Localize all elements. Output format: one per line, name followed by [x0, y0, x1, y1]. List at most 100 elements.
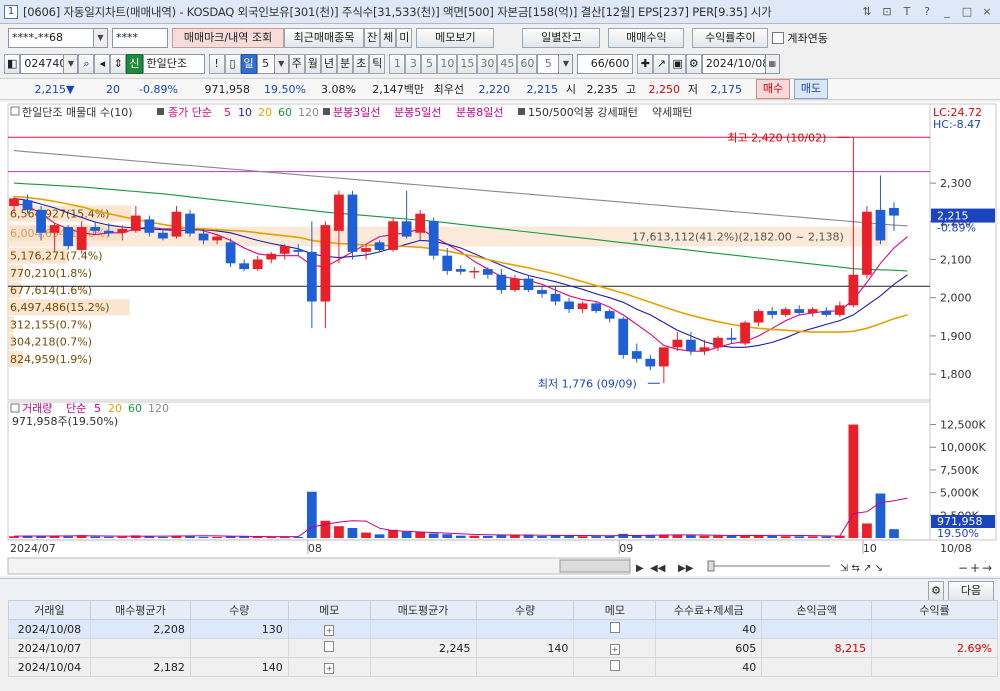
- memo-view-button[interactable]: 메모보기: [416, 28, 495, 48]
- password-field[interactable]: ****: [112, 28, 168, 48]
- period-count-field[interactable]: 5: [256, 54, 275, 74]
- save-icon[interactable]: ▣: [669, 54, 686, 74]
- period-month-button[interactable]: 월: [304, 54, 321, 74]
- scrollbar-thumb[interactable]: [559, 559, 631, 573]
- interval-10-button[interactable]: 10: [437, 54, 458, 74]
- date-field[interactable]: 2024/10/08: [701, 54, 766, 74]
- col-date[interactable]: 거래일: [8, 600, 91, 620]
- sound-icon[interactable]: ◂: [94, 54, 111, 74]
- gear-icon[interactable]: ⚙: [685, 54, 702, 74]
- zoom-plus-icon[interactable]: +: [970, 561, 980, 575]
- prev-next-icon[interactable]: ⇕: [110, 54, 127, 74]
- table-row[interactable]: 2024/10/04 2,182 140 + 40: [8, 657, 998, 677]
- col-sell-avg[interactable]: 매도평균가: [369, 600, 477, 620]
- memo-add-icon[interactable]: +: [324, 662, 335, 674]
- search-icon[interactable]: ⌕: [78, 54, 95, 74]
- buy-memo-cell[interactable]: +: [287, 657, 371, 677]
- text-icon[interactable]: T: [900, 5, 914, 19]
- col-pnl[interactable]: 손익금액: [761, 600, 873, 620]
- zoom-slider-thumb[interactable]: [707, 560, 715, 572]
- period-tick-button[interactable]: 틱: [369, 54, 386, 74]
- memo-add-icon[interactable]: +: [609, 643, 620, 655]
- interval-3-button[interactable]: 3: [405, 54, 422, 74]
- candle-body: [320, 225, 331, 302]
- minimize-icon[interactable]: _: [940, 5, 954, 19]
- recent-items-button[interactable]: 최근매매종목: [284, 28, 364, 48]
- chart-type-icon[interactable]: ▯: [224, 54, 241, 74]
- panel-gear-icon[interactable]: ⚙: [928, 580, 944, 601]
- price-tick-label: 2,100: [940, 254, 972, 267]
- interval-1-button[interactable]: 1: [389, 54, 406, 74]
- daily-balance-button[interactable]: 일별잔고: [522, 28, 601, 48]
- buy-memo-cell[interactable]: +: [287, 619, 371, 639]
- col-sell-memo[interactable]: 메모: [573, 600, 657, 620]
- layout-icon[interactable]: ◧: [4, 54, 21, 74]
- arrow-right-icon[interactable]: →: [982, 561, 992, 575]
- scroll-next-icon[interactable]: ▶: [636, 563, 644, 574]
- col-buy-memo[interactable]: 메모: [287, 600, 371, 620]
- tool-line-icon[interactable]: ↗: [653, 54, 670, 74]
- memo-icon[interactable]: [609, 660, 620, 671]
- period-day-button[interactable]: 일: [240, 54, 257, 74]
- col-buy-qty[interactable]: 수량: [189, 600, 289, 620]
- volume-ma-20: 20: [108, 402, 122, 415]
- account-dropdown-icon[interactable]: ▼: [94, 28, 108, 48]
- pin-icon[interactable]: ⊡: [880, 5, 894, 19]
- period-year-button[interactable]: 년: [320, 54, 338, 74]
- memo-icon[interactable]: [324, 641, 335, 652]
- sell-button[interactable]: 매도: [794, 79, 828, 99]
- trade-profit-button[interactable]: 매매수익: [608, 28, 685, 48]
- interval-45-button[interactable]: 45: [497, 54, 518, 74]
- interval-value-field[interactable]: 5: [537, 54, 560, 74]
- stock-name-field[interactable]: 한일단조: [142, 54, 205, 74]
- buy-memo-cell[interactable]: [287, 638, 371, 658]
- sell-memo-cell[interactable]: +: [573, 638, 657, 658]
- stock-chart[interactable]: 6,564,927(15.4%)6,004,694(14.0%)5,176,27…: [0, 102, 1000, 576]
- chart-scrollbar[interactable]: [7, 557, 631, 575]
- account-field[interactable]: ****-**68: [8, 28, 94, 48]
- profit-trend-button[interactable]: 수익률추이: [692, 28, 769, 48]
- fill-button[interactable]: 체: [380, 28, 397, 48]
- zoom-buttons[interactable]: ⇲ ⇆ ↗ ↘: [840, 563, 883, 574]
- stock-code-field[interactable]: 024740: [20, 54, 65, 74]
- trade-mark-query-button[interactable]: 매매마크/내역 조회: [172, 28, 284, 48]
- period-dropdown-icon[interactable]: ▼: [274, 54, 289, 74]
- interval-30-button[interactable]: 30: [477, 54, 498, 74]
- next-button[interactable]: 다음: [948, 580, 994, 601]
- account-link-checkbox[interactable]: [772, 32, 785, 44]
- link-icon[interactable]: ⇅: [860, 5, 874, 19]
- maximize-icon[interactable]: □: [960, 5, 974, 19]
- period-minute-button[interactable]: 분: [337, 54, 354, 74]
- period-week-button[interactable]: 주: [288, 54, 305, 74]
- interval-15-button[interactable]: 15: [457, 54, 478, 74]
- code-dropdown-icon[interactable]: ▼: [64, 54, 79, 74]
- scroll-end-icon[interactable]: ▶▶: [678, 563, 694, 574]
- data-count-field[interactable]: 66/600: [577, 54, 634, 74]
- memo-add-icon[interactable]: +: [324, 624, 335, 636]
- scroll-prev-icon[interactable]: ◀◀: [650, 563, 666, 574]
- col-sell-qty[interactable]: 수량: [475, 600, 575, 620]
- sell-memo-cell[interactable]: [573, 619, 657, 639]
- close-icon[interactable]: ×: [980, 5, 994, 19]
- unfilled-button[interactable]: 미: [396, 28, 413, 48]
- balance-button[interactable]: 잔: [364, 28, 381, 48]
- memo-icon[interactable]: [609, 622, 620, 633]
- chart-area[interactable]: 6,564,927(15.4%)6,004,694(14.0%)5,176,27…: [0, 102, 1000, 576]
- buy-button[interactable]: 매수: [756, 79, 790, 99]
- interval-5-button[interactable]: 5: [421, 54, 438, 74]
- tool-add-icon[interactable]: ✚: [637, 54, 654, 74]
- alert-icon[interactable]: !: [208, 54, 225, 74]
- sell-memo-cell[interactable]: [573, 657, 657, 677]
- zoom-minus-icon[interactable]: −: [958, 561, 968, 575]
- period-second-button[interactable]: 초: [353, 54, 370, 74]
- col-buy-avg[interactable]: 매수평균가: [89, 600, 191, 620]
- table-row[interactable]: 2024/10/08 2,208 130 + 40: [8, 619, 998, 639]
- calendar-icon[interactable]: ▦: [765, 54, 780, 74]
- col-return[interactable]: 수익률: [871, 600, 998, 620]
- interval-60-button[interactable]: 60: [517, 54, 538, 74]
- table-row[interactable]: 2024/10/07 2,245 140 + 605 8,215 2.69%: [8, 638, 998, 658]
- interval-dropdown-icon[interactable]: ▼: [559, 54, 574, 74]
- volume-bar: [212, 536, 222, 538]
- help-icon[interactable]: ?: [920, 5, 934, 19]
- col-fee[interactable]: 수수료+제세금: [655, 600, 763, 620]
